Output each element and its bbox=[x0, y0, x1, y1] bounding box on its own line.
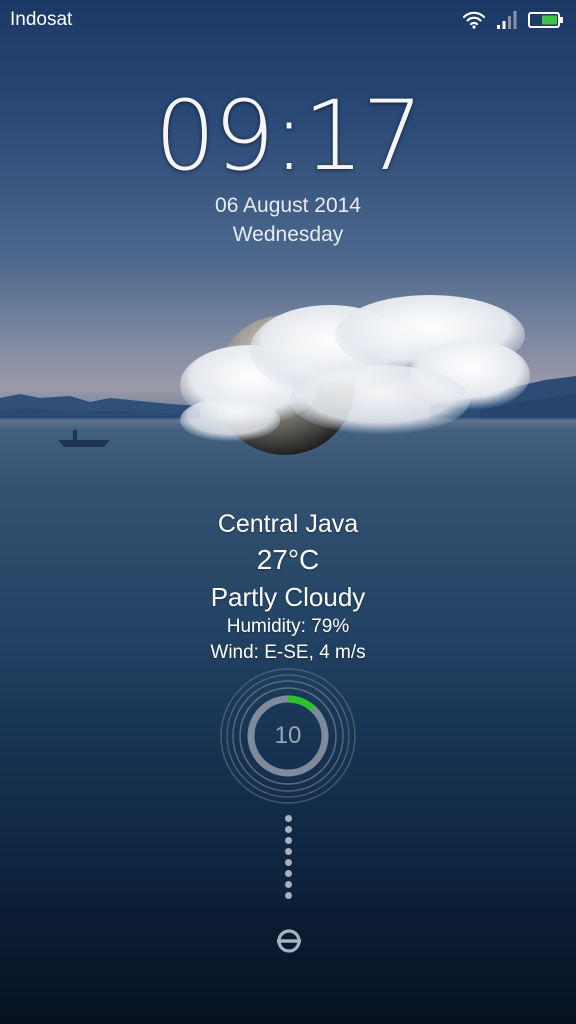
swipe-dot bbox=[285, 826, 292, 833]
clock-time: 09:17 bbox=[154, 80, 424, 192]
swipe-dot bbox=[285, 848, 292, 855]
swipe-hint-dots bbox=[284, 815, 294, 903]
carrier-name: Indosat bbox=[10, 9, 73, 30]
swipe-dot bbox=[285, 892, 292, 899]
weather-condition: Partly Cloudy bbox=[210, 582, 366, 612]
swipe-dot bbox=[285, 859, 292, 866]
signal-icon bbox=[497, 11, 517, 29]
battery-icon bbox=[528, 12, 563, 28]
weather-humidity: Humidity: 79% bbox=[226, 616, 350, 637]
weather-info: Central Java 27°C Partly Cloudy Humidity… bbox=[0, 508, 576, 666]
status-bar: Indosat bbox=[0, 0, 576, 40]
weather-wind: Wind: E-SE, 4 m/s bbox=[210, 642, 366, 663]
boat-icon bbox=[58, 429, 110, 447]
clock-weekday: Wednesday bbox=[232, 223, 344, 246]
clock-date: 06 August 2014 bbox=[215, 194, 361, 217]
weather-temperature: 27°C bbox=[256, 544, 320, 575]
weather-scene bbox=[0, 295, 576, 455]
weather-location: Central Java bbox=[217, 510, 359, 538]
unlock-icon[interactable] bbox=[273, 925, 305, 957]
swipe-dot bbox=[285, 881, 292, 888]
swipe-dot bbox=[285, 837, 292, 844]
unlock-count: 10 bbox=[274, 722, 302, 749]
swipe-dot bbox=[285, 815, 292, 822]
swipe-dot bbox=[285, 870, 292, 877]
status-icons bbox=[462, 10, 564, 30]
wifi-icon bbox=[462, 11, 486, 29]
